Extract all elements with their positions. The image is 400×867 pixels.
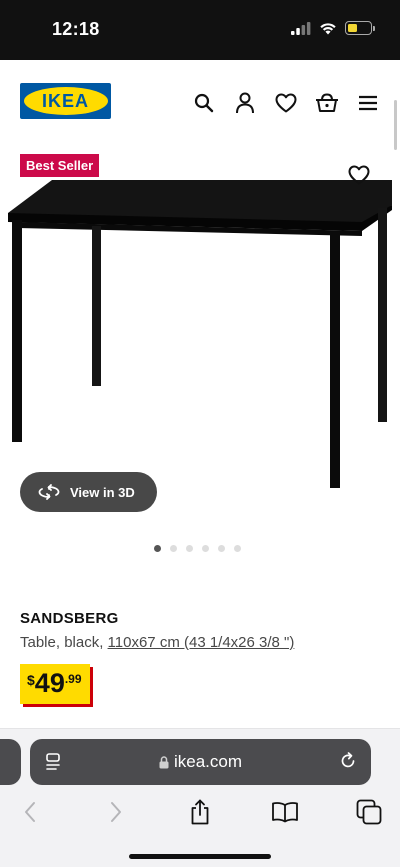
share-icon[interactable] <box>185 797 215 827</box>
status-bar: 12:18 <box>0 0 400 60</box>
view-in-3d-label: View in 3D <box>70 484 135 500</box>
favourite-heart-icon[interactable] <box>346 162 372 188</box>
cellular-signal-icon <box>291 21 311 35</box>
pagination-dot[interactable] <box>170 545 177 552</box>
product-description: Table, black, 110x67 cm (43 1/4x26 3/8 "… <box>20 634 294 651</box>
best-seller-badge: Best Seller <box>20 154 100 177</box>
image-pagination-dots <box>154 545 241 552</box>
header-actions <box>191 90 380 115</box>
previous-tab-edge[interactable] <box>0 739 21 785</box>
pagination-dot[interactable] <box>186 545 193 552</box>
reload-icon[interactable] <box>338 751 358 771</box>
basket-icon[interactable] <box>314 90 339 115</box>
pagination-dot[interactable] <box>234 545 241 552</box>
product-name: SANDSBERG <box>20 610 119 627</box>
price-integer: 49 <box>34 668 65 698</box>
price-currency: $ <box>27 672 35 688</box>
forward-icon[interactable] <box>101 797 131 827</box>
pagination-dot[interactable] <box>202 545 209 552</box>
bookmarks-icon[interactable] <box>270 797 300 827</box>
url-display[interactable]: ikea.com <box>30 752 371 772</box>
product-dimensions-link[interactable]: 110x67 cm (43 1/4x26 3/8 ") <box>108 634 295 651</box>
logo-text: IKEA <box>41 90 89 111</box>
scrollbar[interactable] <box>394 100 397 150</box>
rotate-3d-icon <box>38 484 60 500</box>
home-indicator[interactable] <box>129 854 271 859</box>
pagination-dot[interactable] <box>218 545 225 552</box>
heart-icon[interactable] <box>273 90 298 115</box>
tabs-icon[interactable] <box>354 797 384 827</box>
menu-icon[interactable] <box>355 90 380 115</box>
status-time: 12:18 <box>52 19 100 39</box>
user-icon[interactable] <box>232 90 257 115</box>
browser-bottom-bar: ikea.com <box>0 728 400 867</box>
address-bar[interactable]: ikea.com <box>30 739 371 785</box>
view-in-3d-button[interactable]: View in 3D <box>20 472 157 512</box>
price-decimals: .99 <box>64 672 82 686</box>
battery-icon <box>345 21 375 35</box>
lock-icon <box>159 755 169 768</box>
search-icon[interactable] <box>191 90 216 115</box>
product-type-text: Table, black, <box>20 634 108 651</box>
wifi-icon <box>320 22 336 34</box>
url-text: ikea.com <box>173 752 243 771</box>
ikea-logo[interactable]: IKEA <box>20 83 111 119</box>
site-header: IKEA <box>0 60 400 148</box>
pagination-dot[interactable] <box>154 545 161 552</box>
product-image[interactable] <box>0 170 400 500</box>
price-tag: $ 49 .99 <box>20 664 90 704</box>
back-icon[interactable] <box>15 797 45 827</box>
status-icons <box>291 21 375 35</box>
browser-toolbar <box>0 797 400 837</box>
